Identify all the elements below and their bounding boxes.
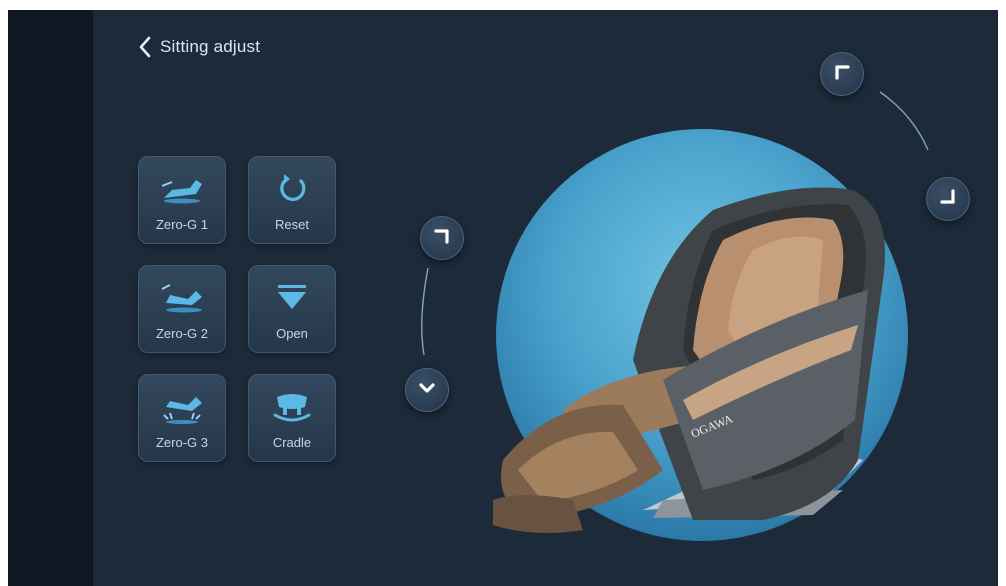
backrest-up-button[interactable] [820,52,864,96]
chevron-down-icon [418,381,436,400]
legrest-down-button[interactable] [405,368,449,412]
corner-up-icon [833,63,851,86]
corner-up-right-icon [433,227,451,250]
corner-down-icon [939,188,957,211]
backrest-down-button[interactable] [926,177,970,221]
legrest-up-button[interactable] [420,216,464,260]
massage-chair-image: OGAWA [493,187,885,534]
app-screen: Sitting adjust Zero-G 1 Reset Zero-G 2 O… [8,10,998,586]
